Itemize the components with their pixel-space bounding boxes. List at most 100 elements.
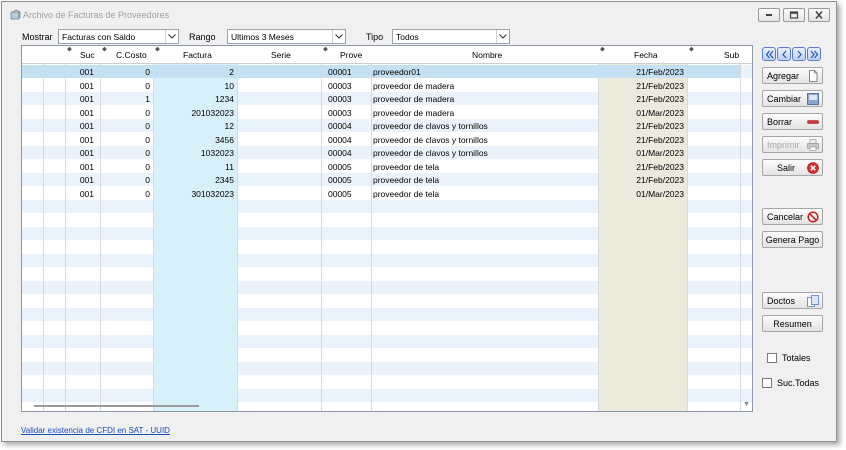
filter-bar: Mostrar Facturas con Saldo Rango Ultimos…: [2, 29, 836, 45]
cell-suc: 001: [79, 188, 94, 199]
exit-icon: [807, 162, 819, 174]
minimize-button[interactable]: [758, 8, 780, 22]
cell-ccosto: 0: [145, 161, 150, 172]
minimize-icon: [766, 14, 772, 16]
cell-ccosto: 0: [145, 107, 150, 118]
cell-nombre: proveedor de clavos y tornillos: [373, 121, 488, 131]
delete-icon: [807, 120, 819, 124]
cell-prove: 00001: [328, 67, 352, 77]
cell-prove: 00005: [328, 188, 352, 199]
window-title: Archivo de Facturas de Proveedores: [23, 10, 170, 20]
cell-prove: 00003: [328, 94, 352, 104]
cell-nombre: proveedor de tela: [373, 188, 440, 199]
cell-ccosto: 0: [145, 188, 150, 199]
cell-factura: 11: [225, 161, 234, 172]
totales-checkbox-box[interactable]: [767, 353, 777, 363]
cell-suc: 001: [79, 161, 94, 172]
close-button[interactable]: [808, 8, 830, 22]
next-record-button[interactable]: [792, 47, 806, 61]
header-fecha[interactable]: Fecha: [634, 50, 658, 60]
chevron-left-icon: [781, 50, 786, 58]
header-ccosto[interactable]: C.Costo: [116, 50, 147, 60]
imprimir-button[interactable]: Imprimir: [762, 136, 823, 153]
last-record-button[interactable]: [807, 47, 821, 61]
genera-pago-button[interactable]: Genera Pago: [762, 231, 823, 248]
cell-ccosto: 0: [145, 80, 150, 91]
cell-suc: 001: [79, 107, 94, 118]
cell-suc: 001: [79, 94, 94, 104]
cell-fecha: 21/Feb/2023: [636, 161, 684, 172]
mostrar-select[interactable]: Facturas con Saldo: [58, 29, 179, 44]
borrar-button[interactable]: Borrar: [762, 113, 823, 130]
mostrar-label: Mostrar: [22, 32, 53, 42]
cell-prove: 00004: [328, 134, 352, 145]
app-icon: [10, 9, 21, 20]
cell-factura: 3456: [215, 134, 234, 145]
header-factura[interactable]: Factura: [183, 50, 212, 60]
salir-label: Salir: [777, 162, 796, 173]
header-prove[interactable]: Prove: [340, 50, 362, 60]
cell-suc: 001: [79, 121, 94, 131]
cell-ccosto: 0: [145, 134, 150, 145]
cell-nombre: proveedor de madera: [373, 107, 455, 118]
cancelar-button[interactable]: Cancelar: [762, 208, 823, 225]
validar-cfdi-link[interactable]: Validar existencia de CFDI en SAT - UUID: [21, 426, 170, 435]
cell-fecha: 01/Mar/2023: [636, 148, 684, 158]
agregar-label: Agregar: [767, 70, 800, 81]
double-chevron-right-icon: [810, 50, 818, 58]
mostrar-value: Facturas con Saldo: [62, 32, 136, 42]
cell-prove: 00005: [328, 161, 352, 172]
suc-todas-checkbox-box[interactable]: [762, 378, 772, 388]
cell-prove: 00003: [328, 107, 352, 118]
cell-factura: 2: [229, 67, 234, 77]
new-document-icon: [809, 70, 818, 82]
resumen-button[interactable]: Resumen: [762, 315, 823, 332]
cell-ccosto: 1: [145, 94, 150, 104]
double-chevron-left-icon: [765, 50, 773, 58]
cell-suc: 001: [79, 148, 94, 158]
first-record-button[interactable]: [762, 47, 776, 61]
cell-fecha: 01/Mar/2023: [636, 107, 684, 118]
cell-factura: 1234: [215, 94, 234, 104]
doctos-button[interactable]: Doctos: [762, 292, 823, 309]
salir-button[interactable]: Salir: [762, 159, 823, 176]
header-serie[interactable]: Serie: [271, 50, 291, 60]
cell-fecha: 21/Feb/2023: [636, 80, 684, 91]
resumen-label: Resumen: [773, 318, 812, 329]
sort-icon: ⬥: [689, 46, 694, 53]
cell-ccosto: 0: [145, 67, 150, 77]
table-header: ⬥ Suc ⬥ C.Costo ⬥ Factura Serie ⬥ Prove …: [22, 46, 752, 64]
cell-fecha: 21/Feb/2023: [636, 134, 684, 145]
cell-ccosto: 0: [145, 175, 150, 185]
cell-factura: 2345: [215, 175, 234, 185]
scroll-down-icon[interactable]: ▼: [743, 401, 750, 408]
cell-ccosto: 0: [145, 121, 150, 131]
cell-suc: 001: [79, 134, 94, 145]
cell-prove: 00005: [328, 175, 352, 185]
horizontal-scrollbar[interactable]: [34, 405, 199, 407]
imprimir-label: Imprimir: [767, 139, 800, 150]
facturas-table[interactable]: ⬥ Suc ⬥ C.Costo ⬥ Factura Serie ⬥ Prove …: [21, 45, 753, 412]
sort-icon: ⬥: [323, 46, 328, 53]
tipo-value: Todos: [396, 32, 419, 42]
maximize-button[interactable]: [783, 8, 805, 22]
maximize-icon: [789, 11, 799, 19]
rango-select[interactable]: Ultimos 3 Meses: [227, 29, 346, 44]
header-sub[interactable]: Sub: [724, 50, 739, 60]
cell-prove: 00004: [328, 121, 352, 131]
header-nombre[interactable]: Nombre: [472, 50, 502, 60]
agregar-button[interactable]: Agregar: [762, 67, 823, 84]
cell-prove: 00004: [328, 148, 352, 158]
cell-nombre: proveedor de tela: [373, 175, 440, 185]
cell-factura: 1032023: [200, 148, 234, 158]
previous-record-button[interactable]: [777, 47, 791, 61]
cambiar-label: Cambiar: [767, 93, 802, 104]
cambiar-button[interactable]: Cambiar: [762, 90, 823, 107]
header-suc[interactable]: Suc: [80, 50, 95, 60]
tipo-select[interactable]: Todos: [392, 29, 510, 44]
cancel-icon: [807, 211, 819, 223]
rango-label: Rango: [189, 32, 216, 42]
close-icon: [815, 11, 823, 19]
cell-nombre: proveedor de tela: [373, 161, 440, 172]
sort-icon: ⬥: [155, 46, 160, 53]
